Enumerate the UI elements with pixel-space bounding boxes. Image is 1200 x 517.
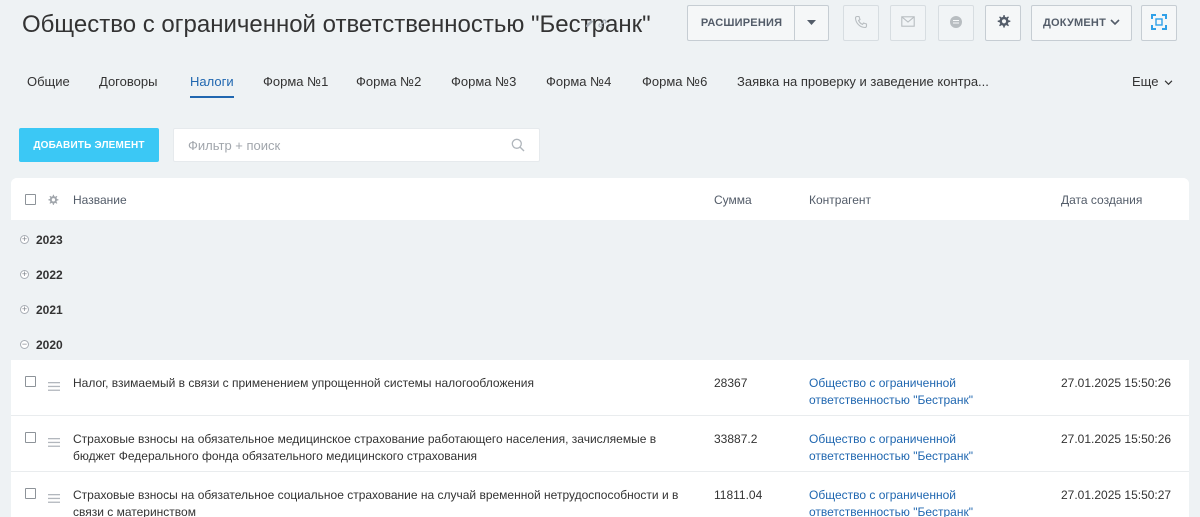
tab-form-4[interactable]: Форма №4 [546, 74, 611, 89]
tab-form-1[interactable]: Форма №1 [263, 74, 328, 89]
row-counterparty-link[interactable]: Общество с ограниченной ответственностью… [809, 375, 1029, 409]
extensions-dropdown-button[interactable] [794, 5, 829, 41]
row-name[interactable]: Страховые взносы на обязательное медицин… [73, 431, 693, 465]
email-button[interactable] [890, 5, 926, 41]
add-element-button[interactable]: ДОБАВИТЬ ЭЛЕМЕНТ [19, 128, 159, 162]
tab-general[interactable]: Общие [27, 74, 70, 89]
tab-bar: Общие Договоры Налоги Форма №1 Форма №2 … [0, 64, 1200, 100]
settings-button[interactable] [985, 5, 1021, 41]
chevron-down-icon [1110, 17, 1120, 29]
scan-button[interactable] [1141, 5, 1177, 41]
chat-button[interactable] [938, 5, 974, 41]
drag-handle-icon[interactable] [48, 434, 60, 452]
row-name[interactable]: Страховые взносы на обязательное социаль… [73, 487, 693, 517]
row-counterparty-link[interactable]: Общество с ограниченной ответственностью… [809, 487, 1029, 517]
drag-handle-icon[interactable] [48, 378, 60, 396]
title-actions [584, 18, 608, 29]
caret-down-icon [807, 17, 816, 29]
chat-icon [949, 15, 963, 32]
table-row[interactable]: Страховые взносы на обязательное социаль… [11, 472, 1189, 517]
row-checkbox[interactable] [25, 488, 36, 499]
expand-icon[interactable]: + [20, 270, 29, 279]
scan-icon [1151, 13, 1167, 33]
tab-form-2[interactable]: Форма №2 [356, 74, 421, 89]
pencil-icon[interactable] [584, 18, 595, 29]
group-row[interactable]: + 2021 [11, 290, 1189, 325]
gear-icon[interactable] [47, 193, 59, 211]
tab-form-6[interactable]: Форма №6 [642, 74, 707, 89]
tab-taxes[interactable]: Налоги [190, 74, 234, 98]
tab-contracts[interactable]: Договоры [99, 74, 157, 89]
page-title: Общество с ограниченной ответственностью… [22, 11, 651, 38]
tabs-more-button[interactable]: Еще [1132, 74, 1173, 89]
document-button-label: ДОКУМЕНТ [1043, 17, 1106, 29]
search-input[interactable] [174, 129, 504, 161]
column-header-sum[interactable]: Сумма [714, 193, 752, 207]
row-created: 27.01.2025 15:50:26 [1061, 432, 1172, 446]
row-checkbox[interactable] [25, 376, 36, 387]
group-label: 2022 [36, 268, 63, 282]
row-sum: 33887.2 [714, 432, 758, 446]
row-sum: 28367 [714, 376, 748, 390]
drag-handle-icon[interactable] [48, 490, 60, 508]
group-row[interactable]: − 2020 [11, 325, 1189, 360]
grid-header: Название Сумма Контрагент Дата создания [11, 178, 1189, 220]
tabs-more-label: Еще [1132, 74, 1159, 89]
page-header: Общество с ограниченной ответственностью… [0, 0, 1200, 56]
search-icon[interactable] [511, 138, 525, 157]
mail-icon [901, 16, 915, 30]
column-header-created[interactable]: Дата создания [1061, 193, 1142, 207]
call-button[interactable] [843, 5, 879, 41]
search-box [173, 128, 540, 162]
group-row[interactable]: + 2022 [11, 255, 1189, 290]
group-label: 2021 [36, 303, 63, 317]
row-sum: 11811.04 [714, 488, 763, 502]
data-grid: Название Сумма Контрагент Дата создания … [11, 178, 1189, 517]
collapse-icon[interactable]: − [20, 340, 29, 349]
tab-check-request[interactable]: Заявка на проверку и заведение контра... [737, 74, 989, 89]
group-label: 2020 [36, 338, 63, 352]
phone-icon [854, 15, 868, 32]
extensions-button[interactable]: РАСШИРЕНИЯ [687, 5, 795, 41]
row-checkbox[interactable] [25, 432, 36, 443]
table-row[interactable]: Страховые взносы на обязательное медицин… [11, 416, 1189, 472]
row-name[interactable]: Налог, взимаемый в связи с применением у… [73, 375, 693, 392]
chevron-down-icon [1164, 74, 1173, 89]
document-button[interactable]: ДОКУМЕНТ [1031, 5, 1132, 41]
row-created: 27.01.2025 15:50:26 [1061, 376, 1172, 390]
expand-icon[interactable]: + [20, 235, 29, 244]
gear-icon [996, 14, 1011, 32]
group-row[interactable]: + 2023 [11, 220, 1189, 255]
row-counterparty-link[interactable]: Общество с ограниченной ответственностью… [809, 431, 1029, 465]
row-created: 27.01.2025 15:50:27 [1061, 488, 1172, 502]
table-row[interactable]: Налог, взимаемый в связи с применением у… [11, 360, 1189, 416]
column-header-counterparty[interactable]: Контрагент [809, 193, 871, 207]
select-all-checkbox[interactable] [25, 194, 36, 205]
expand-icon[interactable]: + [20, 305, 29, 314]
tab-form-3[interactable]: Форма №3 [451, 74, 516, 89]
link-icon[interactable] [597, 18, 608, 29]
group-label: 2023 [36, 233, 63, 247]
column-header-name[interactable]: Название [73, 193, 127, 207]
